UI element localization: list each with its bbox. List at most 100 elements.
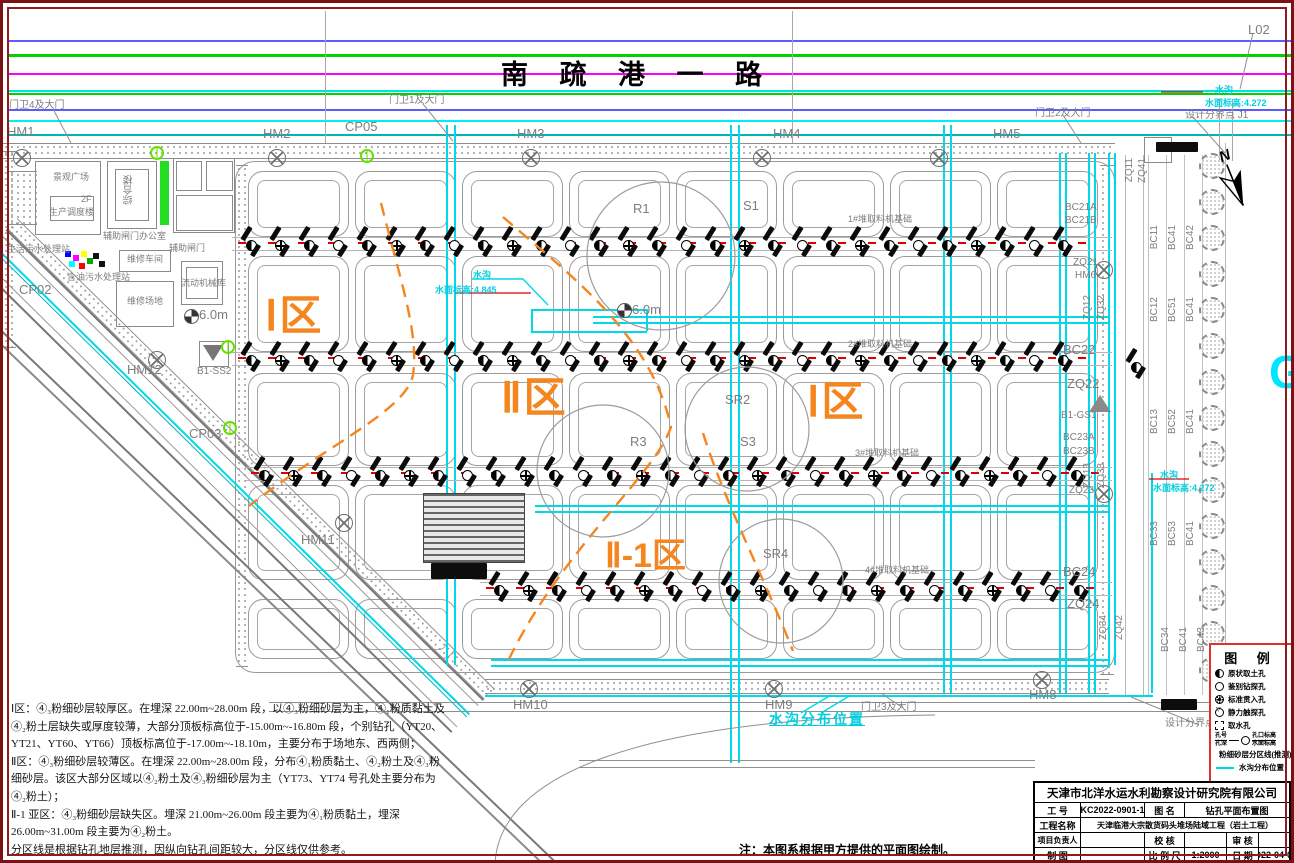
- map-label: BC24: [1063, 565, 1096, 578]
- map-label: 3#堆取料机基础: [855, 449, 919, 458]
- borehole-marker: [744, 461, 770, 487]
- map-label: BC21B: [1065, 216, 1097, 226]
- map-label: 水面标高:4.272: [1153, 484, 1215, 493]
- stockpile-yard: [569, 599, 670, 659]
- map-label: BC13: [1150, 409, 1160, 434]
- borehole-marker: [702, 346, 728, 372]
- map-line: [730, 125, 732, 763]
- legend-symbol-cpt: [1215, 708, 1224, 717]
- manhole-wheel-icon: [930, 149, 948, 167]
- tree-icon: [1199, 225, 1225, 251]
- map-label: HM11: [301, 533, 335, 546]
- map-label: BC41: [1179, 627, 1189, 652]
- map-label: 含油污水处理站: [67, 273, 130, 282]
- tree-icon: [1199, 405, 1225, 431]
- borehole-marker: [454, 461, 480, 487]
- borehole-marker: [267, 231, 293, 257]
- note-paragraph: 分区线是根据钻孔地层推测，因纵向钻孔间距较大，分区线仅供参考。: [11, 842, 445, 860]
- borehole-marker: [383, 346, 409, 372]
- map-line: [325, 11, 326, 143]
- legend-zone-line: 粉细砂层分区线(推测): [1215, 748, 1287, 761]
- map-line: [1143, 155, 1144, 695]
- black-tag: [1156, 142, 1198, 152]
- map-line: [1088, 153, 1090, 693]
- map-line: [535, 511, 1108, 513]
- stockpile-yard: [355, 373, 456, 466]
- scale-value: 1:2000: [1185, 848, 1227, 862]
- overlay-path: [53, 109, 71, 143]
- legend-entry: 取水孔: [1215, 719, 1287, 732]
- borehole-marker: [992, 231, 1018, 257]
- stockpile-yard-inner: [471, 180, 554, 228]
- map-label: 门卫3及大门: [861, 703, 917, 713]
- map-label: BC41: [1186, 297, 1196, 322]
- map-label: BC23A: [1063, 433, 1095, 443]
- map-line: [535, 505, 1108, 507]
- ditch-line-icon: [1215, 764, 1235, 772]
- temp-facilities-block: [423, 493, 525, 563]
- benchmark-icon: [184, 309, 199, 324]
- tree-icon: [1199, 513, 1225, 539]
- map-label: ZQ34: [1099, 615, 1109, 640]
- project-name-value: 天津临港大宗散货码头堆场陆域工程（岩土工程）: [1081, 818, 1289, 832]
- tree-icon: [1199, 441, 1225, 467]
- borehole-marker: [963, 231, 989, 257]
- borehole-marker: [515, 576, 541, 602]
- manhole-wheel-icon: [520, 680, 538, 698]
- borehole-marker: [615, 231, 641, 257]
- map-label: 门卫2及大门: [1035, 109, 1091, 119]
- manhole-wheel-icon: [522, 149, 540, 167]
- borehole-marker: [1005, 461, 1031, 487]
- borehole-marker: [573, 576, 599, 602]
- hole-label-chip: [1125, 348, 1137, 363]
- map-line: [1114, 153, 1116, 665]
- borehole-marker: [251, 461, 277, 487]
- borehole-marker: [773, 461, 799, 487]
- stockpile-yard: [462, 599, 563, 659]
- map-label: HM5: [993, 127, 1020, 140]
- map-label: BC51: [1168, 297, 1178, 322]
- stockpile-yard-inner: [1006, 608, 1089, 650]
- map-label: HM9: [765, 698, 792, 711]
- building: [206, 161, 233, 191]
- legend-entry-label: 鉴别钻探孔: [1228, 681, 1266, 692]
- borehole-marker: [325, 231, 351, 257]
- date-value: 2022-04-05: [1259, 848, 1289, 862]
- manhole-wheel-icon: [335, 514, 353, 532]
- map-label: 辅助闸门: [169, 244, 205, 253]
- map-label: ZQ33: [1097, 463, 1107, 488]
- borehole-marker: [963, 346, 989, 372]
- check-value: [1185, 833, 1227, 847]
- borehole-marker: [905, 346, 931, 372]
- manhole-wheel-icon: [753, 149, 771, 167]
- map-label: 水沟分布位置: [769, 712, 865, 726]
- review-label: 审 核: [1227, 833, 1259, 847]
- hole-number-depth: 孔号 孔深: [1215, 733, 1227, 747]
- stockpile-yard-inner: [578, 382, 661, 457]
- map-label: BC12: [1150, 297, 1160, 322]
- stockpile-yard-inner: [471, 608, 554, 650]
- borehole-marker: [1034, 461, 1060, 487]
- map-label: HM8: [1029, 688, 1056, 701]
- map-label: HM3: [517, 127, 544, 140]
- map-label: BC11: [1150, 225, 1160, 249]
- dotted-road-band: [9, 171, 37, 225]
- legend-symbol-spt: [1215, 695, 1224, 704]
- borehole-marker: [673, 346, 699, 372]
- borehole-marker: [441, 346, 467, 372]
- borehole-marker: [934, 231, 960, 257]
- borehole-marker: [1123, 353, 1149, 379]
- borehole-marker: [238, 231, 264, 257]
- borehole-marker: [499, 231, 525, 257]
- legend-panel: 图 例 原状取土孔鉴别钻探孔标准贯入孔静力触探孔取水孔 孔号 孔深 孔口标高 水…: [1209, 643, 1293, 789]
- map-line: [531, 309, 533, 331]
- borehole-marker: [934, 346, 960, 372]
- building: [176, 195, 233, 231]
- legend-entry-label: 静力触探孔: [1228, 707, 1266, 718]
- map-line: [531, 331, 647, 333]
- borehole-marker: [238, 346, 264, 372]
- map-label: L02: [1248, 23, 1270, 36]
- map-label: Ⅱ区: [501, 377, 568, 419]
- stockpile-yard-inner: [899, 608, 982, 650]
- review-value: [1259, 833, 1289, 847]
